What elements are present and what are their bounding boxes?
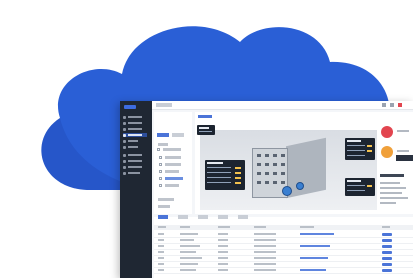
action-button[interactable] bbox=[382, 263, 392, 266]
tab-table-3[interactable] bbox=[198, 215, 208, 219]
energy-panel bbox=[345, 178, 375, 196]
tree-expand-icon[interactable] bbox=[159, 156, 162, 159]
user-icon[interactable] bbox=[382, 103, 386, 107]
action-button[interactable] bbox=[382, 257, 392, 260]
sidebar-item[interactable] bbox=[123, 139, 147, 143]
data-table bbox=[154, 215, 413, 278]
device-title bbox=[380, 174, 404, 177]
app-window-mockup bbox=[120, 101, 413, 278]
tab-device[interactable] bbox=[157, 133, 169, 137]
alarm-info-panel bbox=[377, 112, 413, 214]
tab-table-4[interactable] bbox=[218, 215, 228, 219]
app-logo bbox=[124, 105, 136, 109]
tree-node[interactable] bbox=[163, 148, 181, 151]
viewer-title bbox=[198, 115, 212, 118]
tree-node[interactable] bbox=[158, 198, 174, 201]
sidebar-item[interactable] bbox=[123, 165, 147, 169]
fan-icon bbox=[282, 186, 292, 196]
tooltip-popup bbox=[396, 155, 413, 161]
building-3d-viewer[interactable] bbox=[195, 112, 396, 214]
tab-area[interactable] bbox=[172, 133, 184, 137]
tab-table-2[interactable] bbox=[178, 215, 188, 219]
tree-node-selected[interactable] bbox=[165, 177, 183, 180]
warning-text bbox=[397, 150, 409, 152]
alert-icon[interactable] bbox=[398, 103, 402, 107]
device-detail bbox=[380, 197, 408, 199]
device-detail bbox=[380, 192, 402, 194]
settings-icon[interactable] bbox=[390, 103, 394, 107]
tree-node[interactable] bbox=[158, 143, 168, 146]
sidebar-item[interactable] bbox=[123, 115, 147, 119]
sidebar-item[interactable] bbox=[123, 159, 147, 163]
sidebar-item[interactable] bbox=[123, 153, 147, 157]
tree-node[interactable] bbox=[165, 170, 179, 173]
device-detail bbox=[380, 202, 396, 204]
fan-icon bbox=[296, 182, 304, 190]
sidebar-item-active[interactable] bbox=[123, 133, 147, 137]
sidebar-item[interactable] bbox=[123, 121, 147, 125]
action-button[interactable] bbox=[382, 251, 392, 254]
sidebar bbox=[120, 101, 152, 278]
table-header bbox=[154, 225, 413, 230]
tree-node[interactable] bbox=[165, 163, 181, 166]
alarm-icon[interactable] bbox=[381, 126, 393, 138]
sidebar-item[interactable] bbox=[123, 145, 147, 149]
metrics-panel bbox=[345, 138, 375, 160]
tab-table-5[interactable] bbox=[238, 215, 248, 219]
tree-node[interactable] bbox=[158, 205, 170, 208]
device-tree-panel bbox=[154, 112, 192, 214]
tree-expand-icon[interactable] bbox=[159, 170, 162, 173]
tree-expand-icon[interactable] bbox=[159, 163, 162, 166]
main-area bbox=[152, 101, 413, 278]
breadcrumb bbox=[156, 103, 172, 107]
warning-icon[interactable] bbox=[381, 146, 393, 158]
building-side bbox=[286, 137, 326, 199]
top-bar bbox=[152, 101, 413, 110]
status-panel bbox=[197, 125, 215, 135]
tree-expand-icon[interactable] bbox=[159, 177, 162, 180]
tree-node[interactable] bbox=[165, 184, 179, 187]
action-button[interactable] bbox=[382, 269, 392, 272]
device-detail bbox=[380, 187, 406, 189]
tree-expand-icon[interactable] bbox=[157, 148, 160, 151]
action-button[interactable] bbox=[382, 233, 392, 236]
equipment-stats-panel bbox=[205, 160, 245, 190]
action-button[interactable] bbox=[382, 245, 392, 248]
table-row[interactable] bbox=[154, 268, 413, 274]
tree-expand-icon[interactable] bbox=[159, 184, 162, 187]
tree-node[interactable] bbox=[165, 156, 181, 159]
device-detail bbox=[380, 182, 400, 184]
sidebar-item[interactable] bbox=[123, 127, 147, 131]
action-button[interactable] bbox=[382, 239, 392, 242]
tab-table-1[interactable] bbox=[158, 215, 168, 219]
sidebar-item[interactable] bbox=[123, 171, 147, 175]
alarm-text bbox=[397, 130, 409, 132]
